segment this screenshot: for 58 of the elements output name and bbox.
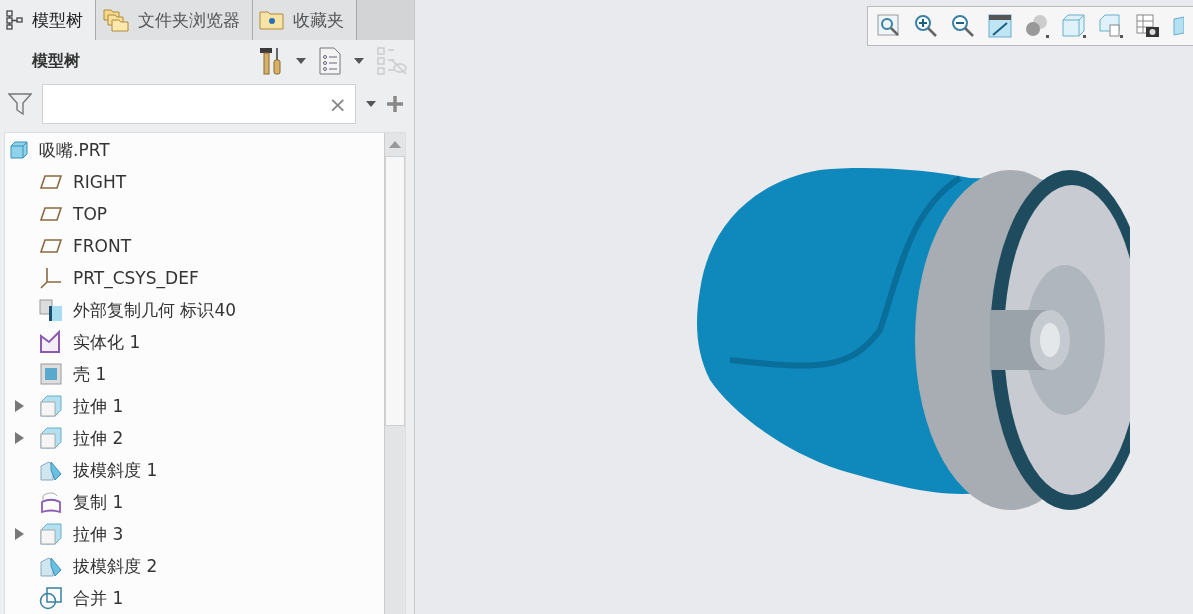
dropdown-caret-icon[interactable]: [354, 58, 364, 64]
dropdown-caret-icon[interactable]: [366, 101, 376, 107]
panel-title: 模型树: [32, 50, 80, 72]
camera-table-icon[interactable]: [1135, 13, 1161, 39]
repaint-icon[interactable]: [987, 13, 1013, 39]
zoom-out-icon[interactable]: [950, 13, 976, 39]
filter-icon[interactable]: [8, 93, 32, 115]
cube-view-icon[interactable]: [1061, 13, 1087, 39]
tree-item[interactable]: 拔模斜度 2: [73, 554, 158, 578]
extrude-box-icon: [39, 522, 63, 546]
tree-structure-icon: [6, 10, 24, 30]
tree-item[interactable]: 拉伸 1: [73, 394, 124, 418]
expand-arrow-icon[interactable]: [15, 432, 24, 444]
folders-icon: [102, 8, 130, 32]
tree-item[interactable]: 拉伸 2: [73, 426, 124, 450]
draft-icon: [39, 458, 63, 482]
expand-arrow-icon[interactable]: [15, 400, 24, 412]
extrude-box-icon: [39, 394, 63, 418]
tree-item[interactable]: 复制 1: [73, 490, 124, 514]
tree-item[interactable]: 外部复制几何 标识40: [73, 298, 237, 322]
list-settings-icon[interactable]: [318, 47, 342, 75]
shell-icon: [39, 362, 63, 386]
dropdown-caret-icon[interactable]: [296, 58, 306, 64]
expand-arrow-icon[interactable]: [15, 528, 24, 540]
tree-item[interactable]: 壳 1: [73, 362, 107, 386]
solidify-icon: [39, 330, 63, 354]
coordinate-axes-icon: [39, 266, 63, 290]
tree-item[interactable]: 拉伸 3: [73, 522, 124, 546]
clear-button[interactable]: ×: [328, 91, 347, 117]
copy-surface-icon: [39, 490, 63, 514]
tree-item[interactable]: 合并 1: [73, 586, 124, 610]
panel-tab[interactable]: 收藏夹: [253, 0, 357, 40]
draft-icon: [39, 554, 63, 578]
extrude-box-icon: [39, 426, 63, 450]
saved-views-icon[interactable]: [1098, 13, 1124, 39]
datum-plane-icon: [39, 206, 63, 222]
tree-item[interactable]: PRT_CSYS_DEF: [73, 268, 199, 288]
scrollbar[interactable]: [384, 133, 405, 614]
panel-tab[interactable]: 模型树: [0, 0, 96, 40]
tree-item[interactable]: 实体化 1: [73, 330, 141, 354]
tree-item[interactable]: TOP: [73, 204, 108, 224]
scroll-up-arrow-icon[interactable]: [389, 141, 401, 148]
datum-plane-icon: [39, 238, 63, 254]
search-field[interactable]: ×: [42, 84, 356, 124]
scrollbar-thumb[interactable]: [385, 156, 405, 426]
spheres-icon[interactable]: [1024, 13, 1050, 39]
tree-item[interactable]: 吸嘴.PRT: [39, 138, 110, 162]
tree-item[interactable]: 拔模斜度 1: [73, 458, 158, 482]
tree-item[interactable]: RIGHT: [73, 172, 127, 192]
zoom-fit-icon[interactable]: [876, 13, 902, 39]
copy-geometry-icon: [39, 298, 63, 322]
tree-item[interactable]: FRONT: [73, 236, 132, 256]
merge-icon: [39, 586, 63, 610]
datum-plane-icon: [39, 174, 63, 190]
zoom-in-icon[interactable]: [913, 13, 939, 39]
hammer-screwdriver-icon[interactable]: [258, 46, 284, 76]
add-icon[interactable]: [386, 95, 404, 113]
panel-tab[interactable]: 文件夹浏览器: [96, 0, 253, 40]
